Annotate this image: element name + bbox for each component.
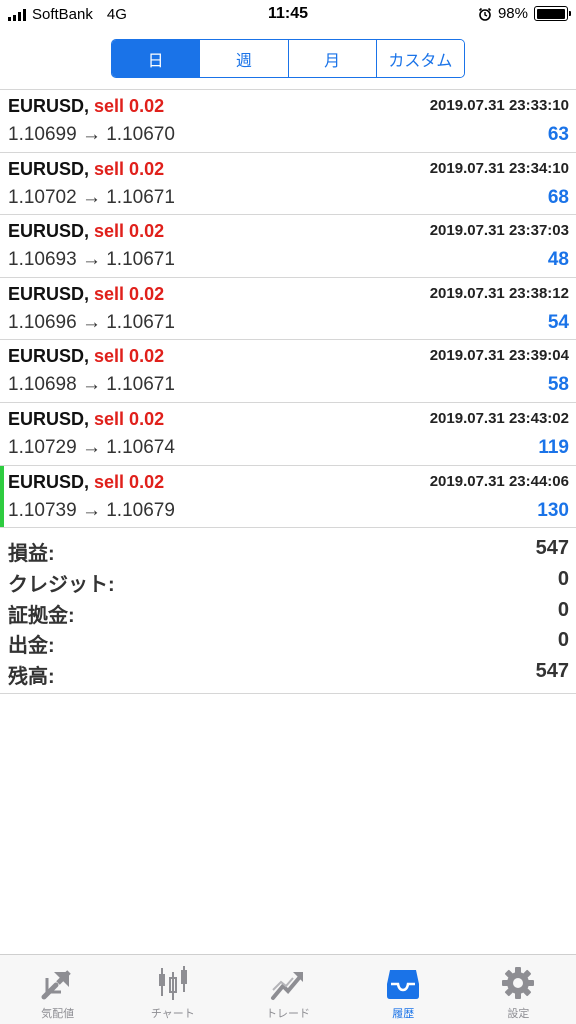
- trade-profit: 63: [547, 124, 569, 145]
- margin-label: 証拠金:: [8, 604, 75, 627]
- trade-time: 2019.07.31 23:38:12: [429, 284, 569, 302]
- margin-value: 0: [557, 598, 569, 621]
- trade-type: sell 0.02: [94, 96, 165, 116]
- withdrawal-value: 0: [557, 629, 569, 652]
- credit-label: クレジット:: [8, 573, 115, 596]
- trade-title: EURUSD, sell 0.02: [8, 284, 164, 305]
- quotes-icon: [41, 970, 71, 1000]
- trade-title: EURUSD, sell 0.02: [8, 472, 164, 493]
- tab-chart[interactable]: チャート: [115, 955, 230, 1024]
- trade-prices: 1.10696 → 1.10671: [8, 311, 175, 333]
- account-summary: 損益: 547 クレジット: 0 証拠金: 0 出金: 0 残高: 547: [0, 534, 576, 694]
- summary-withdrawal-row: 出金: 0: [0, 626, 576, 657]
- battery-icon: [534, 6, 571, 21]
- trade-row[interactable]: EURUSD, sell 0.02 2019.07.31 23:39:04 1.…: [0, 340, 576, 403]
- trade-profit: 54: [547, 311, 569, 333]
- tab-settings[interactable]: 設定: [461, 955, 576, 1024]
- trade-row[interactable]: EURUSD, sell 0.02 2019.07.31 23:34:10 1.…: [0, 153, 576, 216]
- trade-profit: 58: [547, 374, 569, 396]
- period-selector: 日 週 月 カスタム: [111, 39, 465, 78]
- trade-type: sell 0.02: [94, 408, 165, 429]
- tab-day[interactable]: 日: [112, 40, 200, 77]
- trade-title: EURUSD, sell 0.02: [8, 96, 164, 117]
- status-bar: SoftBank 4G 11:45 98%: [0, 0, 576, 30]
- tab-history[interactable]: 履歴: [346, 955, 461, 1024]
- tab-chart-label: チャート: [150, 1008, 195, 1020]
- tab-month[interactable]: 月: [287, 40, 376, 77]
- trade-row[interactable]: EURUSD, sell 0.02 2019.07.31 23:38:12 1.…: [0, 278, 576, 341]
- trade-type: sell 0.02: [94, 346, 165, 367]
- credit-value: 0: [557, 567, 569, 590]
- tab-history-label: 履歴: [392, 1008, 415, 1020]
- trade-prices: 1.10702 → 1.10671: [8, 186, 175, 208]
- trade-type: sell 0.02: [94, 158, 165, 179]
- bottom-tab-bar: 気配値 チャート トレード 履歴 設定: [0, 954, 576, 1024]
- profit-label: 損益:: [8, 543, 55, 565]
- trade-symbol: EURUSD,: [8, 221, 90, 242]
- trade-prices: 1.10698 → 1.10671: [8, 374, 175, 396]
- trade-time: 2019.07.31 23:44:06: [429, 472, 569, 490]
- balance-label: 残高:: [8, 666, 55, 689]
- trade-history-list: EURUSD, sell 0.02 2019.07.31 23:33:10 1.…: [0, 89, 576, 529]
- trade-prices: 1.10739 → 1.10679: [8, 499, 175, 521]
- trade-prices: 1.10729 → 1.10674: [8, 436, 175, 458]
- settings-icon: [502, 967, 535, 999]
- trade-time: 2019.07.31 23:33:10: [429, 97, 569, 114]
- trade-profit: 130: [537, 499, 569, 521]
- trade-type: sell 0.02: [94, 283, 165, 304]
- trade-symbol: EURUSD,: [8, 471, 90, 492]
- trade-row[interactable]: EURUSD, sell 0.02 2019.07.31 23:37:03 1.…: [0, 215, 576, 278]
- trade-time: 2019.07.31 23:43:02: [429, 409, 569, 427]
- summary-credit-row: クレジット: 0: [0, 565, 576, 596]
- tab-week[interactable]: 週: [199, 40, 288, 77]
- trade-type: sell 0.02: [94, 471, 165, 492]
- battery-percent: 98%: [497, 5, 528, 22]
- history-icon: [387, 970, 420, 999]
- trade-title: EURUSD, sell 0.02: [8, 159, 164, 180]
- trade-prices: 1.10693 → 1.10671: [8, 249, 175, 271]
- trade-symbol: EURUSD,: [8, 346, 90, 367]
- trade-profit: 48: [547, 249, 569, 271]
- trade-row[interactable]: EURUSD, sell 0.02 2019.07.31 23:33:10 1.…: [0, 90, 576, 153]
- trade-time: 2019.07.31 23:34:10: [429, 159, 569, 177]
- tab-trade[interactable]: トレード: [230, 955, 345, 1024]
- status-right: 98%: [478, 5, 571, 22]
- trade-symbol: EURUSD,: [8, 283, 90, 304]
- trade-symbol: EURUSD,: [8, 408, 90, 429]
- trade-icon: [271, 972, 303, 1000]
- trade-title: EURUSD, sell 0.02: [8, 346, 164, 367]
- trade-row-selected[interactable]: EURUSD, sell 0.02 2019.07.31 23:44:06 1.…: [0, 465, 576, 529]
- trade-title: EURUSD, sell 0.02: [8, 221, 164, 242]
- balance-value: 547: [535, 660, 569, 683]
- tab-settings-label: 設定: [507, 1008, 530, 1020]
- trade-profit: 119: [538, 436, 569, 458]
- trade-type: sell 0.02: [94, 221, 165, 242]
- trade-time: 2019.07.31 23:37:03: [429, 222, 569, 240]
- tab-trade-label: トレード: [266, 1008, 310, 1020]
- tab-custom[interactable]: カスタム: [375, 40, 464, 77]
- summary-margin-row: 証拠金: 0: [0, 596, 576, 627]
- tab-quotes[interactable]: 気配値: [0, 955, 115, 1024]
- trade-symbol: EURUSD,: [8, 158, 90, 179]
- chart-icon: [158, 966, 187, 1000]
- trade-title: EURUSD, sell 0.02: [8, 409, 164, 430]
- trade-row[interactable]: EURUSD, sell 0.02 2019.07.31 23:43:02 1.…: [0, 403, 576, 466]
- profit-value: 547: [535, 537, 569, 559]
- battery-level: [536, 8, 565, 19]
- trade-prices: 1.10699 → 1.10670: [8, 124, 175, 145]
- tab-quotes-label: 気配値: [41, 1008, 75, 1020]
- alarm-icon: [478, 7, 492, 21]
- trade-symbol: EURUSD,: [8, 96, 90, 116]
- summary-profit-row: 損益: 547: [0, 534, 576, 565]
- withdrawal-label: 出金:: [8, 635, 55, 658]
- trade-time: 2019.07.31 23:39:04: [429, 347, 569, 365]
- trade-profit: 68: [547, 186, 569, 208]
- summary-balance-row: 残高: 547: [0, 657, 576, 688]
